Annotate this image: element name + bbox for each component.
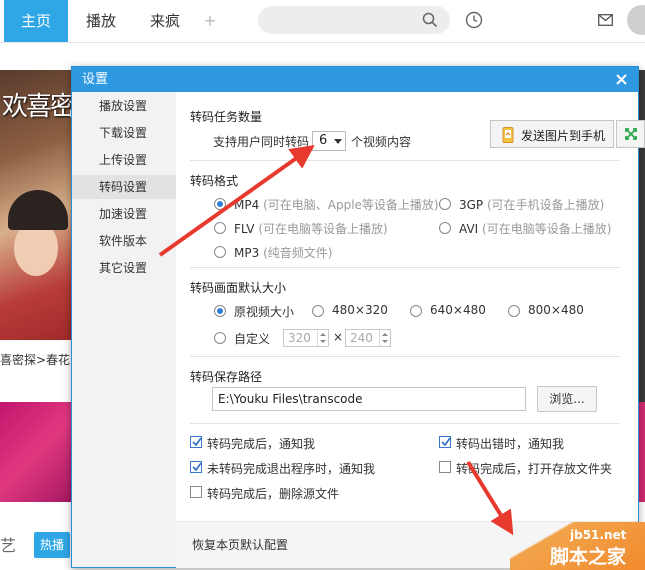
mail-icon[interactable] (598, 14, 613, 26)
format-option-label: AVI (可在电脑等设备上播放) (459, 222, 612, 236)
divider (190, 423, 620, 424)
save-path-input[interactable]: E:\Youku Files\transcode (212, 387, 526, 411)
radio-mp3[interactable] (214, 246, 226, 258)
section-label-yi: 艺 (0, 536, 17, 555)
format-option-label: FLV (可在电脑等设备上播放) (234, 222, 388, 236)
watermark-url: jb51.net (570, 528, 627, 542)
task-count-prefix: 支持用户同时转码 (213, 135, 310, 149)
add-tab-button[interactable]: + (200, 0, 220, 42)
size-option-label: 自定义 (234, 332, 271, 346)
banner-caption[interactable]: 喜密探>春花 (0, 351, 70, 368)
tab-play[interactable]: 播放 (76, 0, 126, 42)
restore-defaults-link[interactable]: 恢复本页默认配置 (192, 536, 288, 553)
checkbox-label: 转码完成后，删除源文件 (207, 487, 340, 501)
checkbox-delete-source[interactable] (190, 486, 202, 498)
phone-icon (501, 127, 515, 143)
top-nav-bar: 主页 播放 来疯 + (0, 0, 645, 43)
radio-800x480[interactable] (508, 305, 520, 317)
custom-height-stepper[interactable]: 240 (345, 329, 391, 347)
radio-flv[interactable] (214, 222, 226, 234)
checkbox-label: 转码完成后，通知我 (207, 437, 316, 451)
browse-button[interactable]: 浏览... (537, 386, 597, 412)
send-to-phone-button[interactable]: 发送图片到手机 (490, 120, 614, 148)
custom-width-stepper[interactable]: 320 (283, 329, 329, 347)
save-path-value: E:\Youku Files\transcode (218, 392, 363, 406)
sidebar-item-upload[interactable]: 上传设置 (72, 148, 176, 172)
tab-laifeng[interactable]: 来疯 (140, 0, 190, 42)
checkbox-notify-error[interactable] (439, 436, 451, 448)
tab-home[interactable]: 主页 (4, 0, 68, 42)
divider (190, 356, 620, 357)
checkbox-label: 转码完成后，打开存放文件夹 (456, 462, 613, 476)
format-option-label: MP4 (可在电脑、Apple等设备上播放) (234, 198, 439, 212)
radio-3gp[interactable] (439, 198, 451, 210)
settings-sidebar: 播放设置 下载设置 上传设置 转码设置 加速设置 软件版本 其它设置 (72, 92, 176, 567)
task-count-title: 转码任务数量 (190, 110, 263, 124)
chevron-down-icon (334, 139, 342, 144)
site-watermark: jb51.net 脚本之家 (510, 522, 645, 570)
checkbox-notify-exit[interactable] (190, 461, 202, 473)
banner-hair (8, 190, 68, 230)
size-option-label: 800×480 (528, 303, 584, 317)
hot-tag[interactable]: 热播 (34, 532, 71, 558)
format-title: 转码格式 (190, 174, 239, 188)
custom-width-value: 320 (288, 331, 311, 345)
background-promo-image[interactable] (0, 402, 75, 502)
task-count-select[interactable]: 6 (312, 131, 346, 151)
times-sign: × (333, 330, 344, 344)
task-count-value: 6 (319, 133, 328, 148)
send-to-phone-label: 发送图片到手机 (521, 129, 606, 143)
sidebar-item-playback[interactable]: 播放设置 (72, 94, 176, 118)
sidebar-item-download[interactable]: 下载设置 (72, 121, 176, 145)
radio-mp4[interactable] (214, 198, 226, 210)
stepper-arrows-icon[interactable] (379, 330, 390, 346)
path-title: 转码保存路径 (190, 370, 263, 384)
format-option-label: MP3 (纯音频文件) (234, 246, 333, 260)
history-clock-icon[interactable] (465, 11, 483, 29)
sidebar-item-other[interactable]: 其它设置 (72, 256, 176, 280)
sidebar-item-version[interactable]: 软件版本 (72, 229, 176, 253)
watermark-name: 脚本之家 (550, 546, 627, 568)
radio-custom-size[interactable] (214, 332, 226, 344)
radio-original-size[interactable] (214, 305, 226, 317)
radio-avi[interactable] (439, 222, 451, 234)
dialog-titlebar[interactable]: 设置 (72, 67, 638, 92)
user-avatar-icon[interactable] (627, 5, 645, 35)
banner-title: 欢喜密 (2, 92, 76, 122)
size-option-label: 原视频大小 (234, 305, 295, 319)
checkbox-label: 转码出错时，通知我 (456, 437, 565, 451)
sidebar-item-acceleration[interactable]: 加速设置 (72, 202, 176, 226)
size-option-label: 480×320 (332, 303, 388, 317)
divider (190, 160, 620, 161)
search-icon[interactable] (422, 12, 438, 28)
dialog-title: 设置 (82, 72, 109, 87)
expand-icon[interactable] (616, 120, 645, 148)
close-icon[interactable] (614, 72, 629, 87)
checkbox-label: 未转码完成退出程序时，通知我 (207, 462, 376, 476)
task-count-suffix: 个视频内容 (351, 135, 412, 149)
radio-480x320[interactable] (312, 305, 324, 317)
sidebar-item-transcode[interactable]: 转码设置 (72, 175, 176, 199)
custom-height-value: 240 (350, 331, 373, 345)
radio-640x480[interactable] (410, 305, 422, 317)
size-option-label: 640×480 (430, 303, 486, 317)
size-title: 转码画面默认大小 (190, 281, 287, 295)
checkbox-open-folder[interactable] (439, 461, 451, 473)
stepper-arrows-icon[interactable] (317, 330, 328, 346)
format-option-label: 3GP (可在手机设备上播放) (459, 198, 605, 212)
divider (190, 267, 620, 268)
checkbox-notify-complete[interactable] (190, 436, 202, 448)
